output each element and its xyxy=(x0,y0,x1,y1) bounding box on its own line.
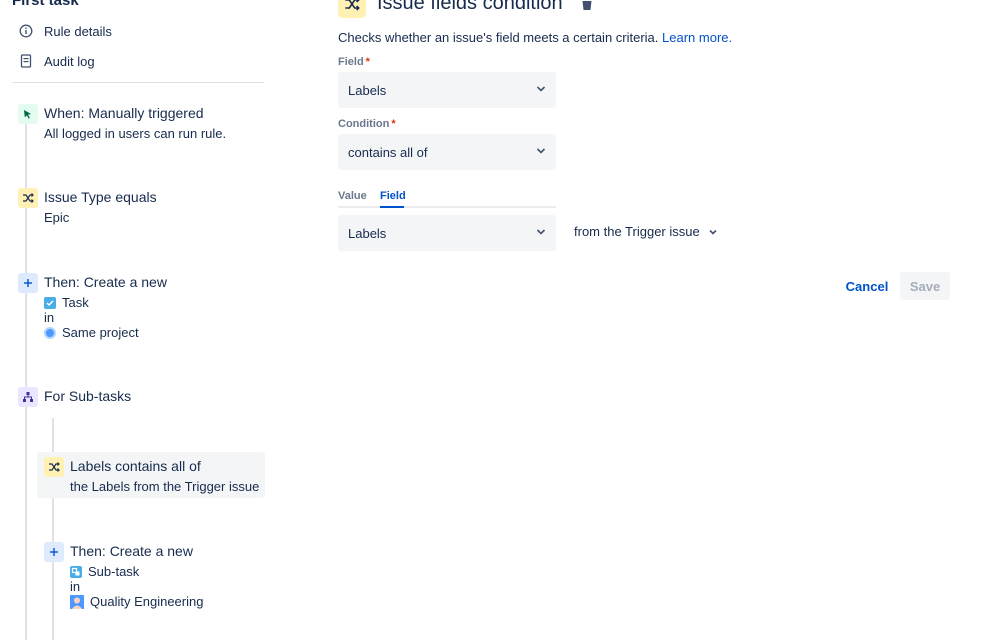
panel-title: Issue fields condition xyxy=(377,0,563,14)
in-label: in xyxy=(44,310,55,325)
component-detail: the Labels from the Trigger issue xyxy=(70,479,260,494)
task-checkbox-icon xyxy=(44,296,56,309)
component-branch-subtasks[interactable]: For Sub-tasks xyxy=(18,387,258,409)
field-select[interactable]: Labels xyxy=(338,72,556,108)
component-title: For Sub-tasks xyxy=(44,388,132,404)
subtask-icon xyxy=(70,565,82,578)
chevron-down-icon xyxy=(536,148,546,154)
component-create-subtask[interactable]: Then: Create a new Sub-task in Quality E… xyxy=(44,542,262,612)
tab-field[interactable]: Field xyxy=(380,190,406,202)
panel-description: Checks whether an issue's field meets a … xyxy=(338,30,732,45)
issue-type-label: Task xyxy=(62,295,89,310)
component-trigger[interactable]: When: Manually triggered All logged in u… xyxy=(18,104,258,144)
chevron-down-icon xyxy=(536,86,546,92)
hierarchy-icon xyxy=(18,387,38,407)
audit-log-label: Audit log xyxy=(44,53,95,69)
shuffle-icon xyxy=(18,188,38,208)
plus-icon xyxy=(44,542,64,562)
field-label: Field * xyxy=(338,56,370,68)
required-mark: * xyxy=(391,118,396,130)
condition-label: Condition * xyxy=(338,118,396,130)
value-field-select-value: Labels xyxy=(348,225,387,241)
component-title: Then: Create a new xyxy=(70,543,193,559)
issue-type-line: Task xyxy=(44,295,89,310)
component-create-task[interactable]: Then: Create a new Task in Same project xyxy=(18,273,258,343)
chevron-down-icon xyxy=(709,229,717,235)
save-button[interactable]: Save xyxy=(900,272,950,300)
condition-select-value: contains all of xyxy=(348,144,428,160)
component-labels-condition[interactable]: Labels contains all of the Labels from t… xyxy=(44,457,262,497)
rule-sidebar: First task Rule details Audit log When: … xyxy=(0,0,280,640)
rule-details-label: Rule details xyxy=(44,23,112,39)
cursor-click-icon xyxy=(18,104,38,124)
trash-icon[interactable] xyxy=(580,0,594,11)
active-tab-indicator xyxy=(380,206,404,208)
field-select-value: Labels xyxy=(348,82,387,98)
issue-type-line: Sub-task xyxy=(70,564,139,579)
tab-value[interactable]: Value xyxy=(338,190,367,202)
value-field-select[interactable]: Labels xyxy=(338,215,556,251)
component-title: Then: Create a new xyxy=(44,274,167,290)
project-label: Quality Engineering xyxy=(90,594,204,609)
condition-select[interactable]: contains all of xyxy=(338,134,556,170)
sidebar-divider xyxy=(12,82,264,83)
component-title: When: Manually triggered xyxy=(44,105,204,121)
source-issue-dropdown[interactable]: from the Trigger issue xyxy=(574,224,718,239)
component-title: Labels contains all of xyxy=(70,458,201,474)
in-label: in xyxy=(70,579,81,594)
cancel-button[interactable]: Cancel xyxy=(838,272,896,300)
component-title: Issue Type equals xyxy=(44,189,157,205)
source-issue-label: from the Trigger issue xyxy=(574,224,700,239)
rule-name: First task xyxy=(12,0,79,9)
condition-label-text: Condition xyxy=(338,118,390,130)
plus-icon xyxy=(18,273,38,293)
rule-details-link[interactable]: Rule details xyxy=(18,20,112,42)
component-detail: Epic xyxy=(44,210,70,225)
document-icon xyxy=(18,53,34,69)
issue-type-label: Sub-task xyxy=(88,564,140,579)
condition-shuffle-icon xyxy=(338,0,366,18)
learn-more-link[interactable]: Learn more. xyxy=(662,30,732,45)
description-text: Checks whether an issue's field meets a … xyxy=(338,30,659,45)
required-mark: * xyxy=(365,56,370,68)
chevron-down-icon xyxy=(536,229,546,235)
component-issue-type-condition[interactable]: Issue Type equals Epic xyxy=(18,188,258,228)
globe-icon xyxy=(44,326,56,339)
project-label: Same project xyxy=(62,325,139,340)
project-avatar-icon xyxy=(70,594,84,609)
shuffle-icon xyxy=(44,457,64,477)
field-label-text: Field xyxy=(338,56,364,68)
project-line: Same project xyxy=(44,325,139,340)
audit-log-link[interactable]: Audit log xyxy=(18,50,95,72)
info-icon xyxy=(18,23,34,39)
project-line: Quality Engineering xyxy=(70,594,203,609)
value-field-tabs: Value Field xyxy=(338,188,556,208)
component-detail: All logged in users can run rule. xyxy=(44,126,227,141)
